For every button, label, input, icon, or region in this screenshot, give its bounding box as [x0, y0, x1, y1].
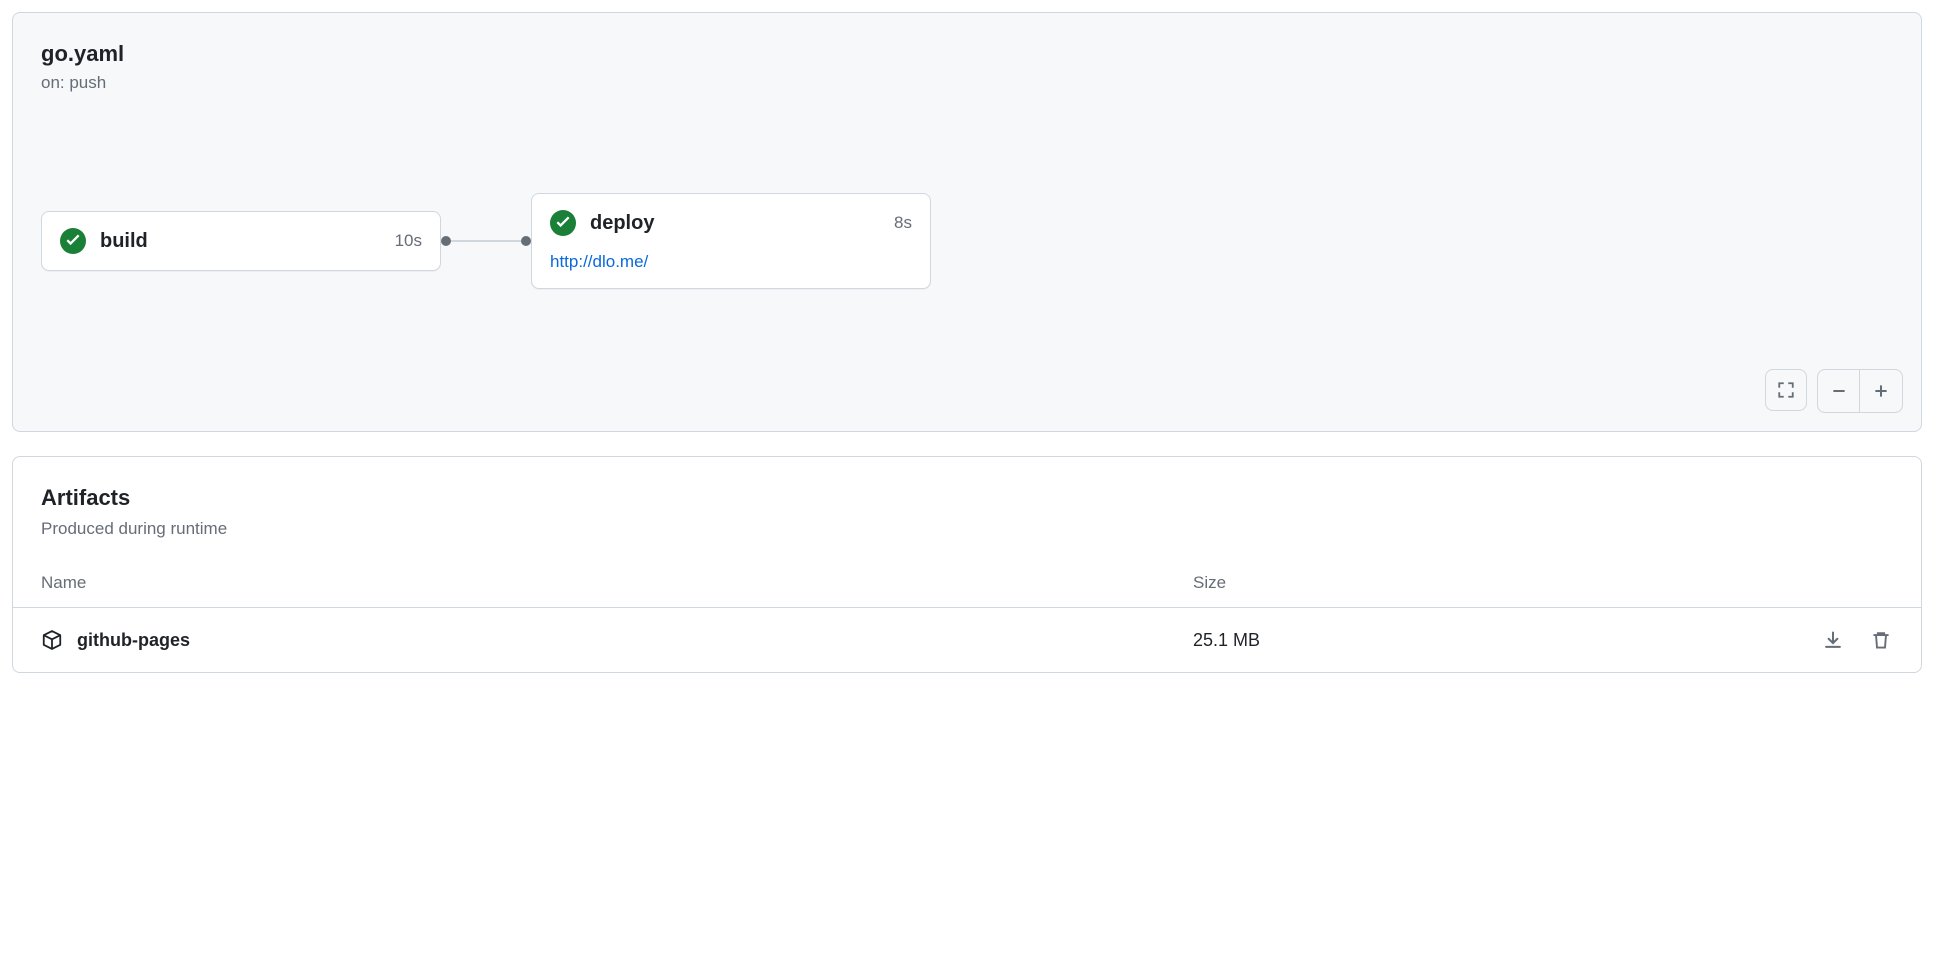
artifacts-table-header: Name Size: [13, 559, 1921, 608]
jobs-graph: build 10s deploy 8s http://dlo.me/: [41, 193, 1893, 289]
column-header-size: Size: [1193, 573, 1793, 593]
workflow-panel: go.yaml on: push build 10s deploy 8: [12, 12, 1922, 432]
fullscreen-icon: [1777, 381, 1795, 399]
download-icon: [1823, 630, 1843, 650]
job-name: build: [100, 230, 381, 253]
check-circle-icon: [550, 210, 576, 236]
artifact-name[interactable]: github-pages: [77, 630, 190, 651]
zoom-in-button[interactable]: [1860, 370, 1902, 412]
download-button[interactable]: [1821, 628, 1845, 652]
plus-icon: [1872, 382, 1890, 400]
artifacts-title: Artifacts: [41, 485, 1893, 511]
workflow-title: go.yaml: [41, 41, 1893, 67]
table-row: github-pages 25.1 MB: [13, 608, 1921, 672]
package-icon: [41, 629, 63, 651]
job-duration: 10s: [395, 231, 422, 251]
job-connector: [441, 236, 531, 246]
check-circle-icon: [60, 228, 86, 254]
job-card-build[interactable]: build 10s: [41, 211, 441, 271]
job-deploy-url: http://dlo.me/: [532, 252, 930, 288]
trash-icon: [1871, 630, 1891, 650]
connector-dot-icon: [441, 236, 451, 246]
workflow-trigger: on: push: [41, 73, 1893, 93]
delete-button[interactable]: [1869, 628, 1893, 652]
job-duration: 8s: [894, 213, 912, 233]
artifacts-subtitle: Produced during runtime: [41, 519, 1893, 539]
connector-dot-icon: [521, 236, 531, 246]
artifacts-panel: Artifacts Produced during runtime Name S…: [12, 456, 1922, 673]
deploy-url-link[interactable]: http://dlo.me/: [550, 252, 648, 271]
zoom-out-button[interactable]: [1818, 370, 1860, 412]
minus-icon: [1830, 382, 1848, 400]
column-header-name: Name: [41, 573, 1193, 593]
fullscreen-button[interactable]: [1765, 369, 1807, 411]
zoom-controls: [1765, 369, 1903, 413]
job-name: deploy: [590, 212, 880, 235]
artifact-size: 25.1 MB: [1193, 630, 1260, 650]
artifacts-table: Name Size github-pages 25.1 MB: [13, 559, 1921, 672]
job-card-deploy[interactable]: deploy 8s http://dlo.me/: [531, 193, 931, 289]
zoom-group: [1817, 369, 1903, 413]
connector-line: [451, 240, 521, 242]
